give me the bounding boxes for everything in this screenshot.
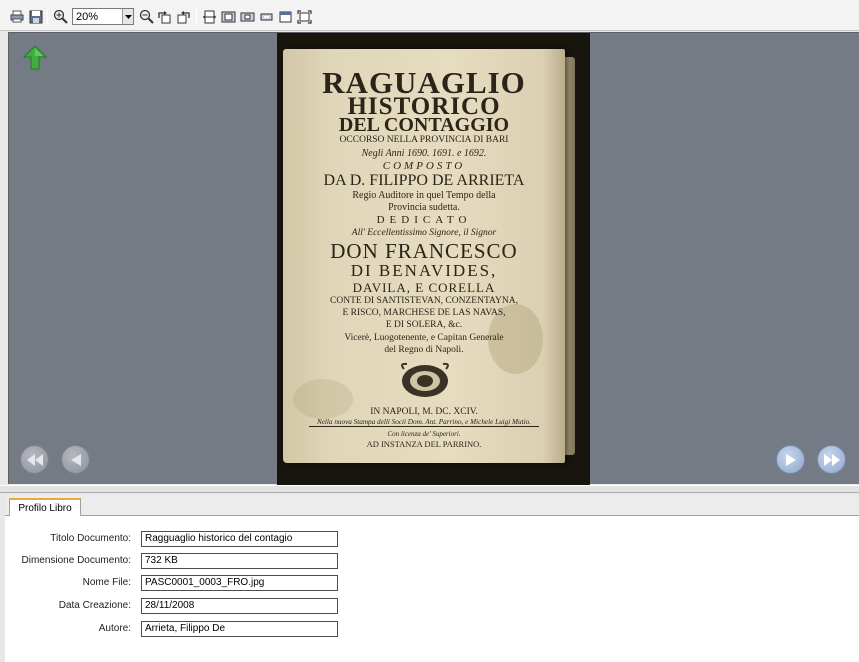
book-line: E DI SOLERA, &c. <box>385 320 463 330</box>
field-label-dimensione: Dimensione Documento: <box>21 555 132 566</box>
previous-page-button[interactable] <box>61 445 90 474</box>
book-line: E RISCO, MARCHESE DE LAS NAVAS, <box>342 308 506 318</box>
field-value-autore[interactable]: Arrieta, Filippo De <box>141 621 338 637</box>
zoom-select[interactable]: 20% <box>72 8 134 25</box>
book-line: COMPOSTO <box>382 160 466 172</box>
page-paper: RAGUAGLIO HISTORICO DEL CONTAGGIO OCCORS… <box>283 49 565 463</box>
page-edge <box>565 57 575 455</box>
up-arrow-icon[interactable] <box>22 45 48 71</box>
book-line: DEDICATO <box>376 214 472 226</box>
chevron-down-icon[interactable] <box>122 9 133 24</box>
book-line: DA D. FILIPPO DE ARRIETA <box>323 172 525 189</box>
book-line: OCCORSO NELLA PROVINCIA DI BARI <box>339 135 509 145</box>
profile-panel: Profilo Libro Titolo Documento: Ragguagl… <box>5 494 859 662</box>
book-line: DEL CONTAGGIO <box>338 114 510 136</box>
fit-width-icon[interactable] <box>202 9 217 24</box>
fullscreen-icon[interactable] <box>297 9 312 24</box>
first-page-button[interactable] <box>20 445 49 474</box>
print-icon[interactable] <box>9 9 24 24</box>
book-line: DI BENAVIDES, <box>350 261 498 280</box>
window-icon[interactable] <box>278 9 293 24</box>
field-label-autore: Autore: <box>98 623 131 634</box>
rotate-right-icon[interactable] <box>176 9 191 24</box>
save-icon[interactable] <box>28 9 43 24</box>
actual-size-icon[interactable] <box>259 9 274 24</box>
toolbar-separator <box>196 9 197 24</box>
field-label-data-creazione: Data Creazione: <box>58 600 131 611</box>
book-line: Regio Auditore in quel Tempo della <box>352 190 496 201</box>
last-page-icon <box>823 453 840 466</box>
book-line: AD INSTANZA DEL PARRINO. <box>366 439 482 449</box>
zoom-in-icon[interactable] <box>53 9 68 24</box>
book-line: Vicerè, Luogotenente, e Capitan Generale <box>344 333 504 343</box>
book-line: Negli Anni 1690. 1691. e 1692. <box>361 148 487 159</box>
zoom-out-icon[interactable] <box>139 9 154 24</box>
book-line: IN NAPOLI, M. DC. XCIV. <box>370 407 478 417</box>
book-line: CONTE DI SANTISTEVAN, CONZENTAYNA, <box>330 296 518 306</box>
book-line: Con licenza de' Superiori. <box>387 430 461 438</box>
toolbar-separator <box>47 9 48 24</box>
book-line: All' Eccellentissimo Signore, il Signor <box>351 228 497 238</box>
toolbar: 20% <box>0 0 859 31</box>
document-viewer[interactable]: RAGUAGLIO HISTORICO DEL CONTAGGIO OCCORS… <box>8 32 859 485</box>
field-label-titolo: Titolo Documento: <box>50 533 131 544</box>
book-line: del Regno di Napoli. <box>384 345 464 355</box>
previous-page-icon <box>70 453 81 466</box>
book-line: Provincia sudetta. <box>388 202 460 213</box>
fit-page-icon[interactable] <box>221 9 236 24</box>
zoom-value: 20% <box>76 10 99 23</box>
rotate-left-icon[interactable] <box>157 9 172 24</box>
panel-splitter[interactable] <box>0 485 859 493</box>
book-line: DAVILA, E CORELLA <box>352 280 496 295</box>
next-page-icon <box>785 453 796 466</box>
field-value-data-creazione[interactable]: 28/11/2008 <box>141 598 338 614</box>
first-page-icon <box>26 453 43 466</box>
field-value-dimensione[interactable]: 732 KB <box>141 553 338 569</box>
printer-mark-icon <box>399 361 451 399</box>
field-value-titolo[interactable]: Ragguaglio historico del contagio <box>141 531 338 547</box>
last-page-button[interactable] <box>817 445 846 474</box>
single-page-icon[interactable] <box>240 9 255 24</box>
next-page-button[interactable] <box>776 445 805 474</box>
field-label-nome-file: Nome File: <box>82 577 131 588</box>
field-value-nome-file[interactable]: PASC0001_0003_FRO.jpg <box>141 575 338 591</box>
tab-profilo-libro[interactable]: Profilo Libro <box>9 498 81 516</box>
book-page-image: RAGUAGLIO HISTORICO DEL CONTAGGIO OCCORS… <box>277 33 590 485</box>
book-line: Nella nuova Stampa delli Socii Dom. Ant.… <box>309 418 539 427</box>
profile-tab-body: Titolo Documento: Ragguaglio historico d… <box>5 515 859 662</box>
